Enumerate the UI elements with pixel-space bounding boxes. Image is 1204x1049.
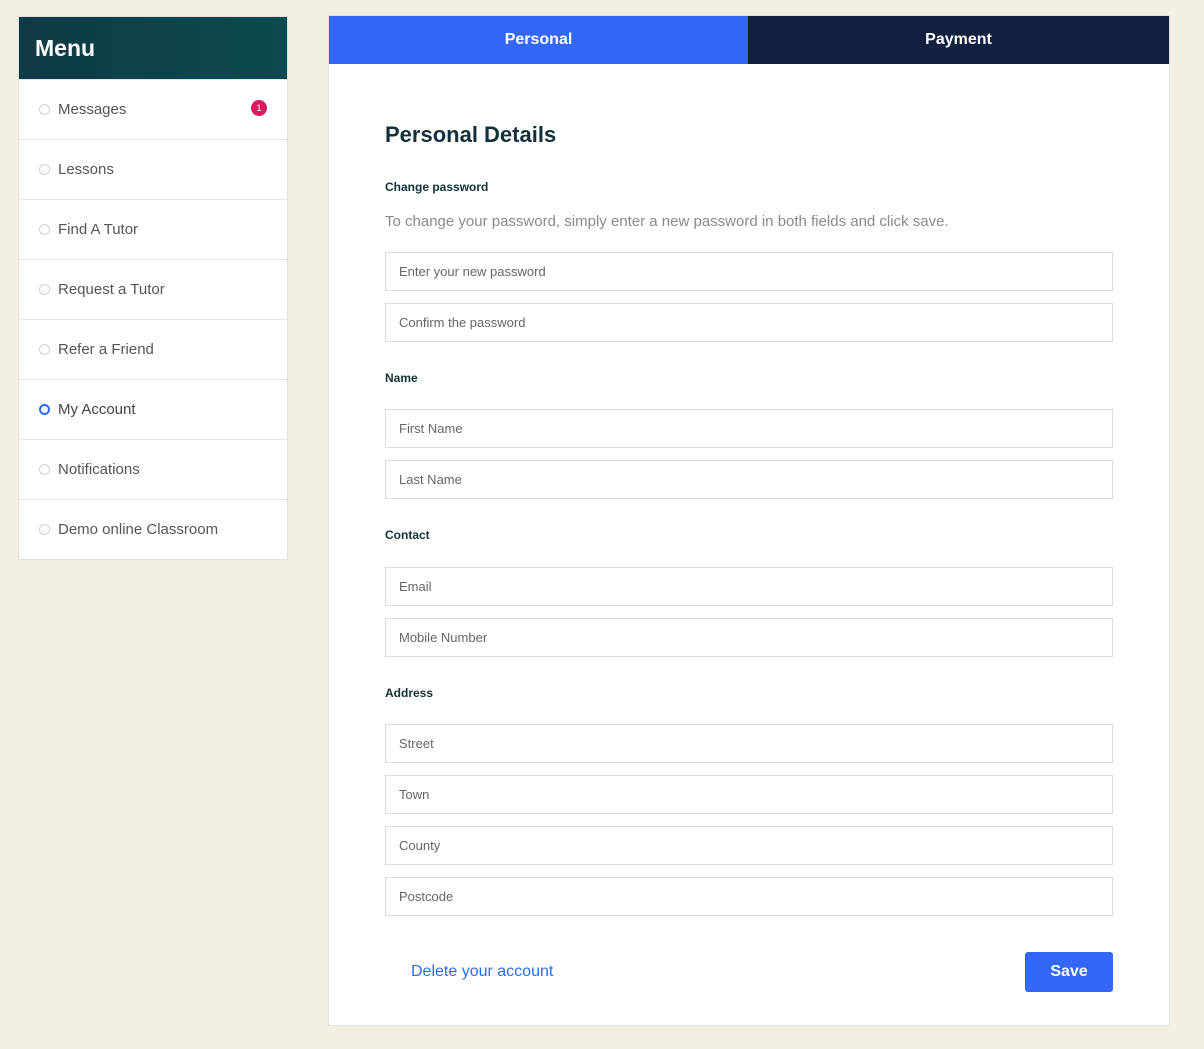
- circle-icon: [39, 344, 50, 355]
- tab-bar: Personal Payment: [329, 16, 1169, 64]
- circle-icon: [39, 224, 50, 235]
- new-password-input[interactable]: [385, 252, 1113, 291]
- postcode-input[interactable]: [385, 877, 1113, 916]
- main-panel: Personal Payment Personal Details Change…: [328, 15, 1170, 1026]
- contact-label: Contact: [385, 528, 430, 542]
- sidebar-item-label: Request a Tutor: [58, 281, 165, 298]
- sidebar-item-label: Demo online Classroom: [58, 521, 219, 538]
- sidebar-item-label: Refer a Friend: [58, 341, 154, 358]
- street-input[interactable]: [385, 724, 1113, 763]
- county-input[interactable]: [385, 826, 1113, 865]
- save-button[interactable]: Save: [1025, 952, 1113, 992]
- delete-account-link[interactable]: Delete your account: [411, 963, 553, 981]
- tab-personal[interactable]: Personal: [329, 16, 748, 64]
- page-title: Personal Details: [385, 122, 557, 147]
- sidebar-item-label: My Account: [58, 401, 136, 418]
- sidebar-item-notifications[interactable]: Notifications: [19, 439, 287, 499]
- change-password-label: Change password: [385, 180, 489, 194]
- sidebar: Menu Messages 1 Lessons Find A Tutor Req…: [18, 16, 288, 560]
- form-footer: Delete your account Save: [385, 952, 1113, 992]
- circle-icon: [39, 404, 50, 415]
- sidebar-item-messages[interactable]: Messages 1: [19, 79, 287, 139]
- circle-icon: [39, 104, 50, 115]
- circle-icon: [39, 464, 50, 475]
- sidebar-item-refer-a-friend[interactable]: Refer a Friend: [19, 319, 287, 379]
- last-name-input[interactable]: [385, 460, 1113, 499]
- sidebar-item-request-a-tutor[interactable]: Request a Tutor: [19, 259, 287, 319]
- sidebar-item-label: Find A Tutor: [58, 221, 139, 238]
- personal-details-form: Personal Details Change password To chan…: [329, 64, 1169, 992]
- email-input[interactable]: [385, 567, 1113, 606]
- circle-icon: [39, 284, 50, 295]
- sidebar-title: Menu: [19, 17, 287, 79]
- sidebar-item-lessons[interactable]: Lessons: [19, 139, 287, 199]
- notification-badge: 1: [251, 100, 267, 116]
- first-name-input[interactable]: [385, 409, 1113, 448]
- mobile-number-input[interactable]: [385, 618, 1113, 657]
- sidebar-item-label: Notifications: [58, 461, 140, 478]
- sidebar-item-label: Messages: [58, 101, 127, 118]
- circle-icon: [39, 524, 50, 535]
- sidebar-item-label: Lessons: [58, 161, 114, 178]
- change-password-help: To change your password, simply enter a …: [385, 213, 949, 230]
- sidebar-item-demo-online-classroom[interactable]: Demo online Classroom: [19, 499, 287, 559]
- tab-payment[interactable]: Payment: [748, 16, 1169, 64]
- town-input[interactable]: [385, 775, 1113, 814]
- confirm-password-input[interactable]: [385, 303, 1113, 342]
- sidebar-item-my-account[interactable]: My Account: [19, 379, 287, 439]
- sidebar-item-find-a-tutor[interactable]: Find A Tutor: [19, 199, 287, 259]
- address-label: Address: [385, 686, 434, 700]
- name-label: Name: [385, 371, 418, 385]
- circle-icon: [39, 164, 50, 175]
